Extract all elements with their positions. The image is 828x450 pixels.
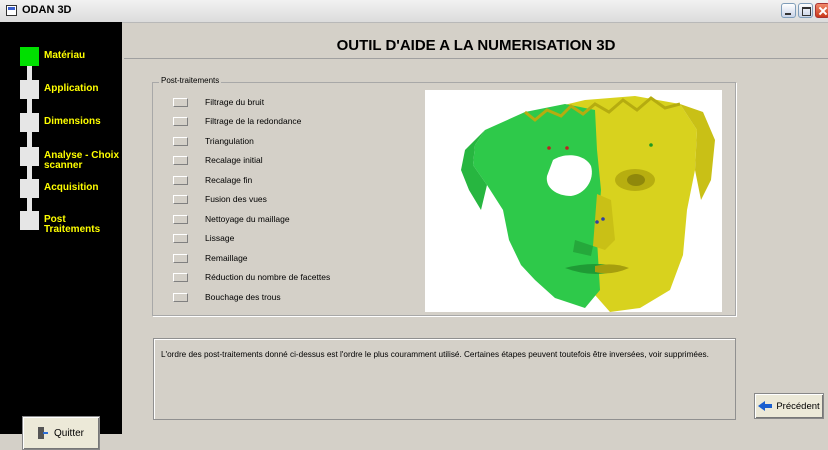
step-label: Analyse - Choix scanner — [44, 150, 120, 171]
item-checkbox[interactable] — [173, 195, 188, 204]
item-checkbox[interactable] — [173, 98, 188, 107]
step-indicator — [20, 211, 39, 230]
step-indicator — [20, 147, 39, 166]
step-application[interactable]: Application — [0, 80, 122, 114]
quit-label: Quitter — [53, 427, 84, 439]
item-checkbox[interactable] — [173, 293, 188, 302]
item-label: Recalage fin — [205, 175, 253, 185]
step-materiau[interactable]: Matériau — [0, 47, 122, 81]
previous-label: Précédent — [776, 400, 820, 412]
step-sidebar: Matériau Application Dimensions Analyse … — [0, 22, 122, 450]
item-label: Lissage — [205, 233, 235, 243]
item-checkbox[interactable] — [173, 176, 188, 185]
exit-door-icon — [37, 427, 48, 439]
step-indicator — [20, 80, 39, 99]
step-dimensions[interactable]: Dimensions — [0, 113, 122, 147]
item-label: Fusion des vues — [205, 194, 267, 204]
item-label: Triangulation — [205, 136, 254, 146]
item-checkbox[interactable] — [173, 215, 188, 224]
step-label: Matériau — [44, 50, 86, 61]
step-indicator — [20, 47, 39, 66]
maximize-button[interactable] — [798, 3, 813, 18]
item-checkbox[interactable] — [173, 273, 188, 282]
item-label: Recalage initial — [205, 155, 263, 165]
item-checkbox[interactable] — [173, 234, 188, 243]
group-legend: Post-traitements — [159, 76, 222, 85]
mesh-registration-image — [425, 90, 722, 312]
step-label: Dimensions — [44, 116, 101, 127]
window-title: ODAN 3D — [22, 4, 72, 16]
step-label: Acquisition — [44, 182, 99, 193]
item-label: Nettoyage du maillage — [205, 214, 290, 224]
page-title: OUTIL D'AIDE A LA NUMERISATION 3D — [124, 33, 828, 59]
step-acquisition[interactable]: Acquisition — [0, 179, 122, 213]
item-checkbox[interactable] — [173, 254, 188, 263]
app-icon — [6, 5, 17, 16]
minimize-button[interactable] — [781, 3, 796, 18]
item-label: Remaillage — [205, 253, 248, 263]
quit-button[interactable]: Quitter — [22, 416, 100, 450]
step-post-traitements[interactable]: Post Traitements — [0, 211, 122, 245]
item-checkbox[interactable] — [173, 117, 188, 126]
step-analyse-choix-scanner[interactable]: Analyse - Choix scanner — [0, 147, 122, 181]
step-indicator — [20, 179, 39, 198]
close-button[interactable] — [815, 3, 828, 18]
item-checkbox[interactable] — [173, 137, 188, 146]
item-label: Filtrage du bruit — [205, 97, 265, 107]
previous-button[interactable]: Précédent — [754, 393, 824, 419]
step-indicator — [20, 113, 39, 132]
face-mesh-illustration — [461, 96, 715, 312]
title-bar: ODAN 3D — [0, 0, 828, 23]
item-label: Filtrage de la redondance — [205, 116, 302, 126]
description-text: L'ordre des post-traitements donné ci-de… — [161, 350, 709, 359]
step-label: Post Traitements — [44, 214, 101, 235]
item-label: Bouchage des trous — [205, 292, 281, 302]
post-traitements-group: Post-traitements Filtrage du bruit Filtr… — [152, 76, 736, 316]
item-checkbox[interactable] — [173, 156, 188, 165]
description-box: L'ordre des post-traitements donné ci-de… — [153, 338, 736, 420]
item-label: Réduction du nombre de facettes — [205, 272, 331, 282]
step-label: Application — [44, 83, 99, 94]
arrow-left-icon — [758, 401, 773, 411]
